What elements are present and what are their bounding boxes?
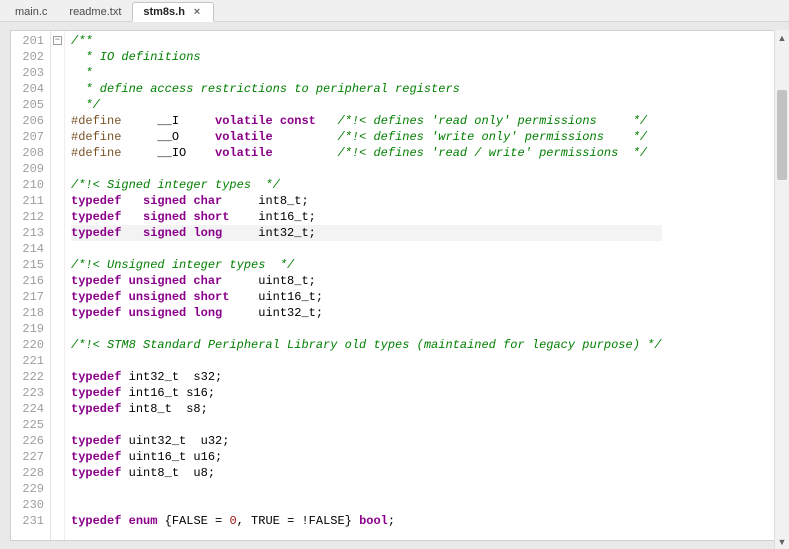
code-line[interactable]: typedef unsigned long uint32_t; (71, 305, 662, 321)
line-number-gutter: 201 202 203 204 205 206 207 208 209 210 … (11, 31, 51, 540)
tab-stm8s-h[interactable]: stm8s.h × (132, 2, 214, 22)
code-line[interactable]: * define access restrictions to peripher… (71, 81, 662, 97)
code-line[interactable] (71, 353, 662, 369)
tab-main-c[interactable]: main.c (4, 1, 58, 21)
code-line[interactable] (71, 321, 662, 337)
code-line[interactable]: #define __I volatile const /*!< defines … (71, 113, 662, 129)
tab-label: readme.txt (69, 6, 121, 18)
code-line[interactable] (71, 241, 662, 257)
code-line[interactable]: #define __O volatile /*!< defines 'write… (71, 129, 662, 145)
fold-toggle-icon[interactable]: − (53, 36, 62, 45)
tab-bar: main.c readme.txt stm8s.h × (0, 0, 789, 22)
code-line[interactable]: typedef int8_t s8; (71, 401, 662, 417)
code-line[interactable]: typedef unsigned char uint8_t; (71, 273, 662, 289)
code-line[interactable]: typedef int32_t s32; (71, 369, 662, 385)
code-line[interactable]: * IO definitions (71, 49, 662, 65)
tab-label: main.c (15, 6, 47, 18)
close-icon[interactable]: × (191, 6, 203, 18)
code-line[interactable]: typedef enum {FALSE = 0, TRUE = !FALSE} … (71, 513, 662, 529)
code-content[interactable]: /** * IO definitions * * define access r… (65, 31, 662, 540)
editor-area: 201 202 203 204 205 206 207 208 209 210 … (0, 22, 789, 549)
code-line[interactable]: typedef uint32_t u32; (71, 433, 662, 449)
vertical-scrollbar[interactable]: ▲ ▼ (774, 30, 789, 549)
tab-label: stm8s.h (143, 6, 185, 18)
code-editor[interactable]: 201 202 203 204 205 206 207 208 209 210 … (10, 30, 779, 541)
code-line[interactable] (71, 417, 662, 433)
code-line[interactable]: typedef signed char int8_t; (71, 193, 662, 209)
scroll-thumb[interactable] (777, 90, 787, 180)
code-line[interactable]: typedef signed long int32_t; (71, 225, 662, 241)
code-line[interactable]: */ (71, 97, 662, 113)
tab-readme-txt[interactable]: readme.txt (58, 1, 132, 21)
code-line[interactable]: typedef uint16_t u16; (71, 449, 662, 465)
code-line[interactable] (71, 481, 662, 497)
code-line[interactable]: /*!< Unsigned integer types */ (71, 257, 662, 273)
code-line[interactable]: #define __IO volatile /*!< defines 'read… (71, 145, 662, 161)
code-line[interactable]: /*!< Signed integer types */ (71, 177, 662, 193)
fold-column: − (51, 31, 65, 540)
code-line[interactable]: * (71, 65, 662, 81)
scroll-up-button[interactable]: ▲ (775, 30, 789, 45)
code-line[interactable]: typedef int16_t s16; (71, 385, 662, 401)
code-line[interactable] (71, 161, 662, 177)
code-line[interactable]: /** (71, 33, 662, 49)
code-line[interactable]: typedef unsigned short uint16_t; (71, 289, 662, 305)
code-line[interactable]: typedef uint8_t u8; (71, 465, 662, 481)
code-line[interactable] (71, 497, 662, 513)
code-line[interactable]: /*!< STM8 Standard Peripheral Library ol… (71, 337, 662, 353)
code-line[interactable]: typedef signed short int16_t; (71, 209, 662, 225)
scroll-down-button[interactable]: ▼ (775, 534, 789, 549)
